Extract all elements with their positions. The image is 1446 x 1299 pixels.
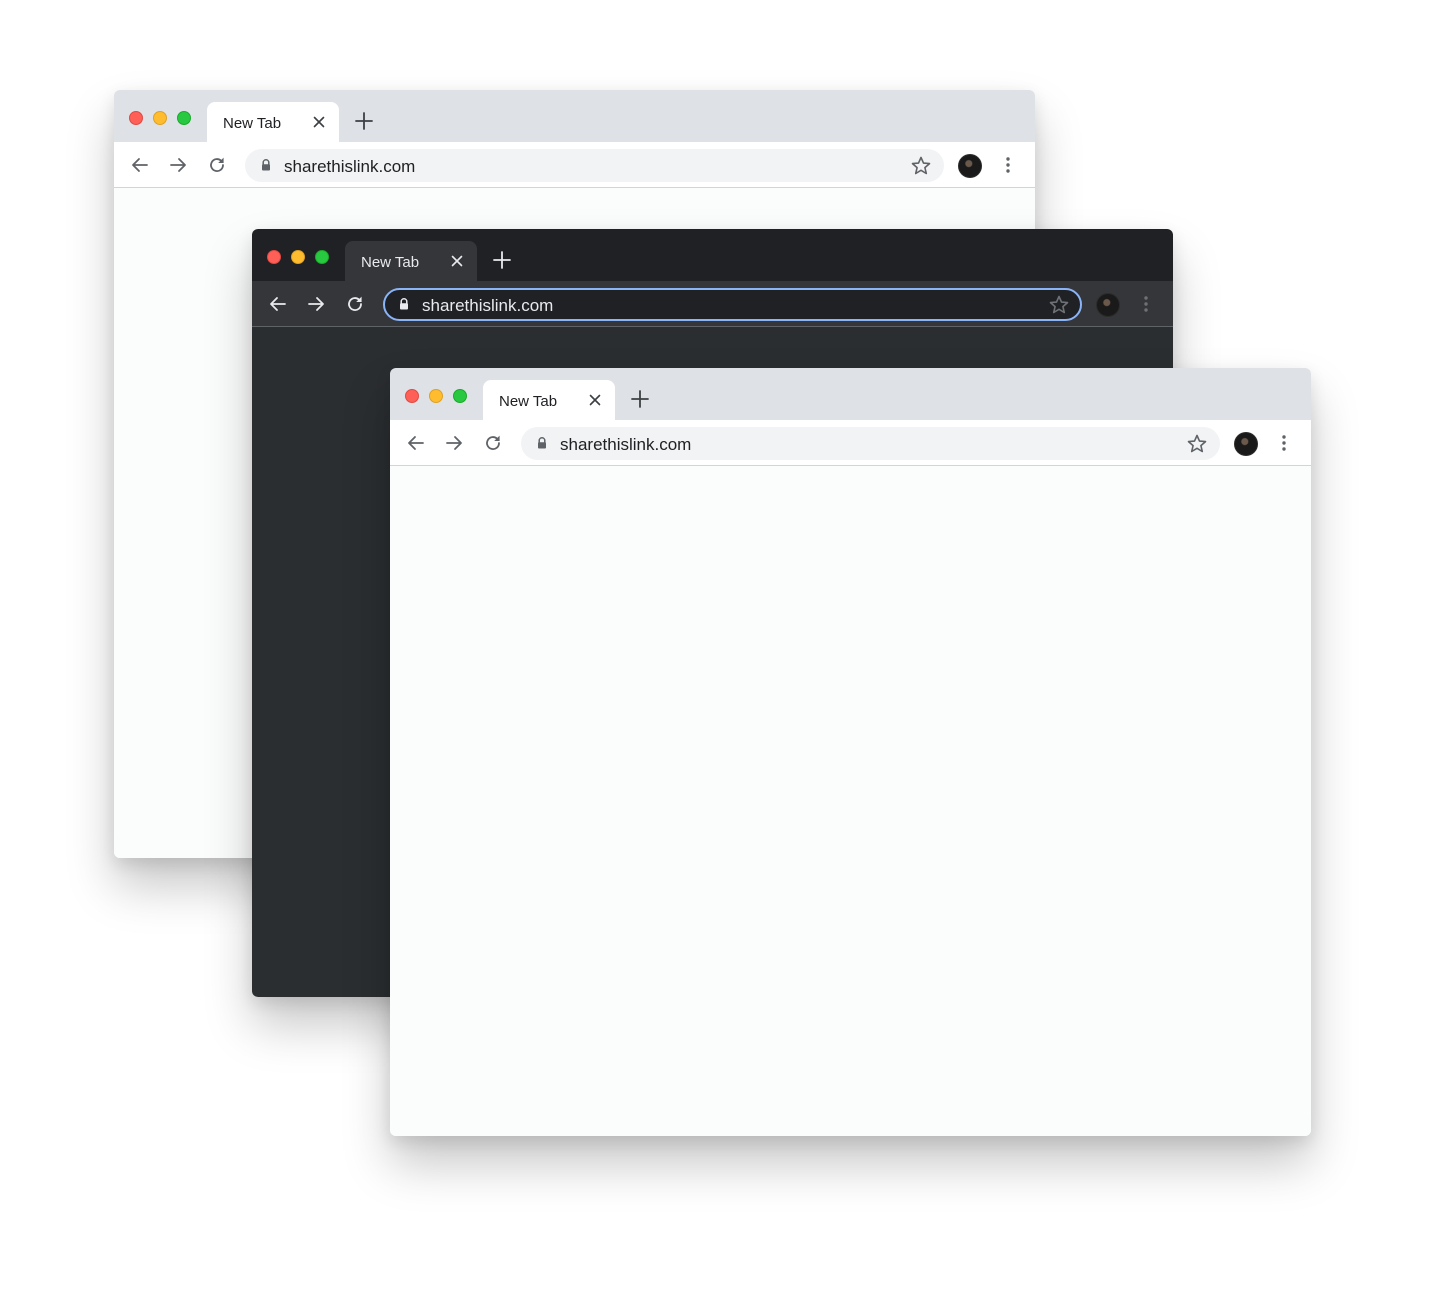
star-icon[interactable] xyxy=(1048,294,1070,316)
arrow-right-icon[interactable] xyxy=(306,294,326,314)
title-bar: New Tab xyxy=(114,90,1035,142)
avatar[interactable] xyxy=(1096,293,1120,317)
url-text: sharethislink.com xyxy=(284,157,416,176)
title-bar: New Tab xyxy=(252,229,1173,281)
tab-title: New Tab xyxy=(499,393,558,410)
avatar[interactable] xyxy=(1234,432,1258,456)
plus-icon[interactable] xyxy=(354,111,374,131)
star-icon[interactable] xyxy=(910,155,932,177)
title-bar: New Tab xyxy=(390,368,1311,420)
close-window-button[interactable] xyxy=(267,250,281,264)
arrow-left-icon[interactable] xyxy=(268,294,288,314)
minimize-window-button[interactable] xyxy=(429,389,443,403)
address-bar[interactable]: sharethislink.com xyxy=(245,149,944,182)
maximize-window-button[interactable] xyxy=(453,389,467,403)
reload-icon[interactable] xyxy=(207,155,227,175)
arrow-left-icon[interactable] xyxy=(406,433,426,453)
tab-new-tab[interactable]: New Tab xyxy=(483,380,615,420)
plus-icon[interactable] xyxy=(630,389,650,409)
tab-title: New Tab xyxy=(361,254,420,271)
maximize-window-button[interactable] xyxy=(177,111,191,125)
browser-window-front: New Tab sharethislink.com xyxy=(390,368,1311,1136)
kebab-menu-icon[interactable] xyxy=(1274,433,1294,453)
star-icon[interactable] xyxy=(1186,433,1208,455)
page-content xyxy=(390,466,1311,1136)
plus-icon[interactable] xyxy=(492,250,512,270)
close-window-button[interactable] xyxy=(405,389,419,403)
arrow-right-icon[interactable] xyxy=(444,433,464,453)
tab-title: New Tab xyxy=(223,115,282,132)
arrow-right-icon[interactable] xyxy=(168,155,188,175)
minimize-window-button[interactable] xyxy=(153,111,167,125)
tab-new-tab[interactable]: New Tab xyxy=(345,241,477,281)
reload-icon[interactable] xyxy=(483,433,503,453)
avatar[interactable] xyxy=(958,154,982,178)
traffic-lights xyxy=(267,250,329,264)
toolbar: sharethislink.com xyxy=(390,420,1311,466)
traffic-lights xyxy=(129,111,191,125)
stage: New Tab sharethislink.com New Tab sharet… xyxy=(0,0,1446,1299)
lock-icon xyxy=(262,159,270,171)
address-bar[interactable]: sharethislink.com xyxy=(383,288,1082,321)
lock-icon xyxy=(538,437,546,449)
reload-icon[interactable] xyxy=(345,294,365,314)
lock-icon xyxy=(400,298,408,310)
url-text: sharethislink.com xyxy=(560,435,692,454)
kebab-menu-icon[interactable] xyxy=(998,155,1018,175)
address-bar[interactable]: sharethislink.com xyxy=(521,427,1220,460)
tab-new-tab[interactable]: New Tab xyxy=(207,102,339,142)
toolbar: sharethislink.com xyxy=(252,281,1173,327)
close-icon[interactable] xyxy=(449,253,465,269)
toolbar: sharethislink.com xyxy=(114,142,1035,188)
traffic-lights xyxy=(405,389,467,403)
url-text: sharethislink.com xyxy=(422,296,554,315)
close-icon[interactable] xyxy=(587,392,603,408)
close-window-button[interactable] xyxy=(129,111,143,125)
arrow-left-icon[interactable] xyxy=(130,155,150,175)
minimize-window-button[interactable] xyxy=(291,250,305,264)
close-icon[interactable] xyxy=(311,114,327,130)
maximize-window-button[interactable] xyxy=(315,250,329,264)
kebab-menu-icon[interactable] xyxy=(1136,294,1156,314)
